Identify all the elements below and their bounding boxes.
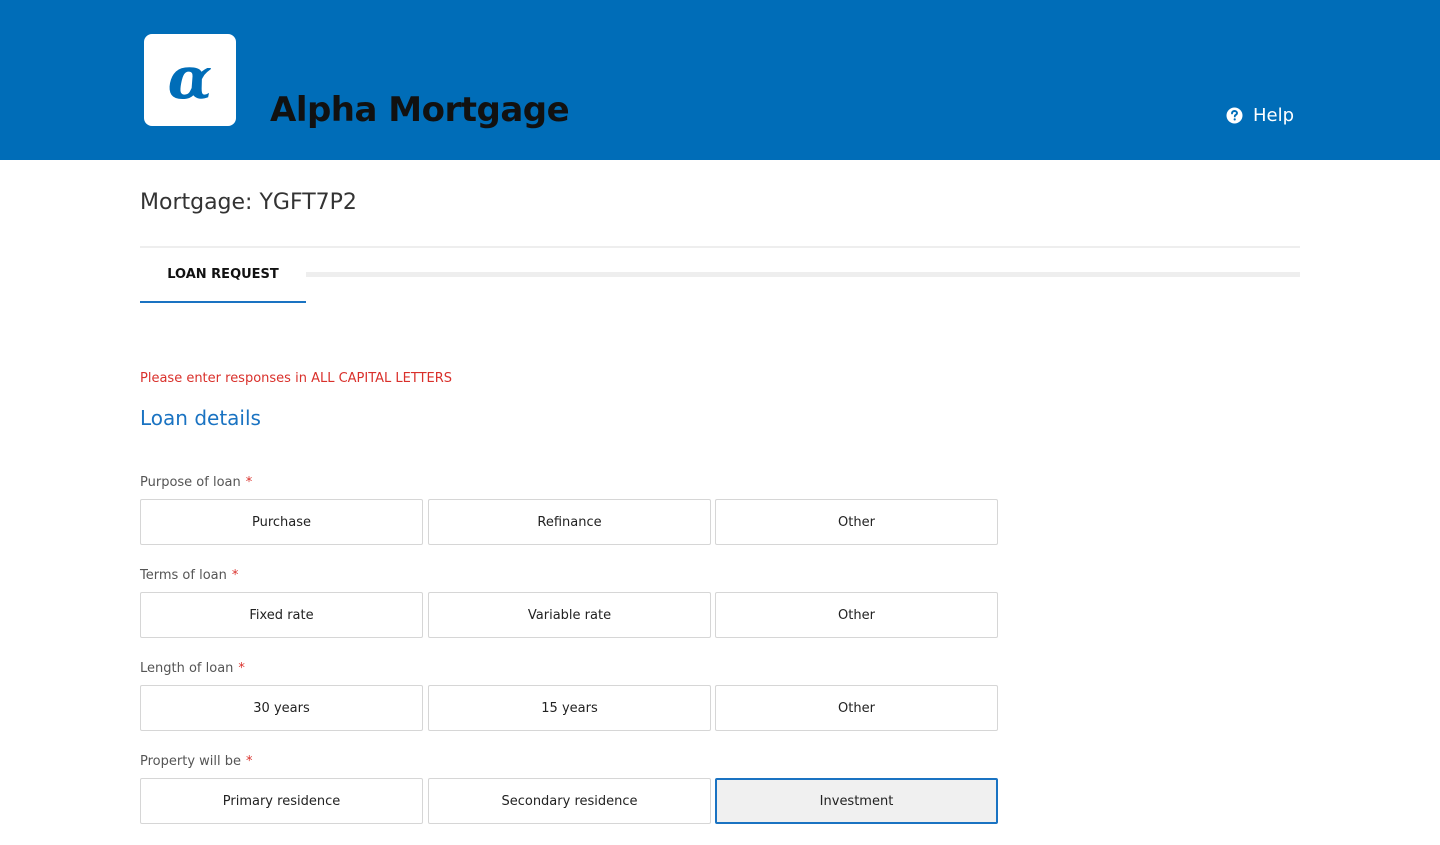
- purpose-of-loan-options: Purchase Refinance Other: [140, 499, 998, 545]
- alpha-logo[interactable]: α: [144, 34, 236, 126]
- option-investment[interactable]: Investment: [715, 778, 998, 824]
- field-label-text: Terms of loan: [140, 568, 227, 583]
- option-15-years[interactable]: 15 years: [428, 685, 711, 731]
- required-marker: *: [231, 568, 239, 583]
- required-marker: *: [245, 475, 253, 490]
- option-purpose-other[interactable]: Other: [715, 499, 998, 545]
- option-secondary-residence[interactable]: Secondary residence: [428, 778, 711, 824]
- required-marker: *: [246, 754, 253, 769]
- section-title-loan-details: Loan details: [140, 406, 261, 430]
- help-label: Help: [1252, 104, 1294, 126]
- app-header: α Alpha Mortgage Help: [0, 0, 1440, 160]
- svg-text:α: α: [168, 50, 213, 110]
- terms-of-loan-label: Terms of loan *: [140, 567, 238, 585]
- field-label-text: Length of loan: [140, 661, 234, 676]
- terms-of-loan-options: Fixed rate Variable rate Other: [140, 592, 998, 638]
- purpose-of-loan-label: Purpose of loan *: [140, 474, 252, 492]
- help-link[interactable]: Help: [1226, 103, 1294, 127]
- question-circle-icon: [1226, 107, 1243, 123]
- property-will-be-label: Property will be *: [140, 753, 253, 771]
- option-purchase[interactable]: Purchase: [140, 499, 423, 545]
- option-refinance[interactable]: Refinance: [428, 499, 711, 545]
- page-title: Mortgage: YGFT7P2: [140, 190, 357, 215]
- option-primary-residence[interactable]: Primary residence: [140, 778, 423, 824]
- property-will-be-options: Primary residence Secondary residence In…: [140, 778, 998, 824]
- field-label-text: Property will be: [140, 754, 241, 769]
- tab-bar: LOAN REQUEST: [140, 248, 1300, 304]
- capital-letters-notice: Please enter responses in ALL CAPITAL LE…: [140, 371, 453, 386]
- option-length-other[interactable]: Other: [715, 685, 998, 731]
- alpha-logo-icon: α: [168, 50, 213, 110]
- length-of-loan-options: 30 years 15 years Other: [140, 685, 998, 731]
- app-title: Alpha Mortgage: [270, 90, 570, 130]
- option-30-years[interactable]: 30 years: [140, 685, 423, 731]
- required-marker: *: [238, 661, 245, 676]
- option-terms-other[interactable]: Other: [715, 592, 998, 638]
- field-label-text: Purpose of loan: [140, 475, 241, 490]
- tab-loan-request[interactable]: LOAN REQUEST: [140, 248, 306, 303]
- tab-track: [306, 272, 1300, 277]
- option-variable-rate[interactable]: Variable rate: [428, 592, 711, 638]
- option-fixed-rate[interactable]: Fixed rate: [140, 592, 423, 638]
- length-of-loan-label: Length of loan *: [140, 660, 245, 678]
